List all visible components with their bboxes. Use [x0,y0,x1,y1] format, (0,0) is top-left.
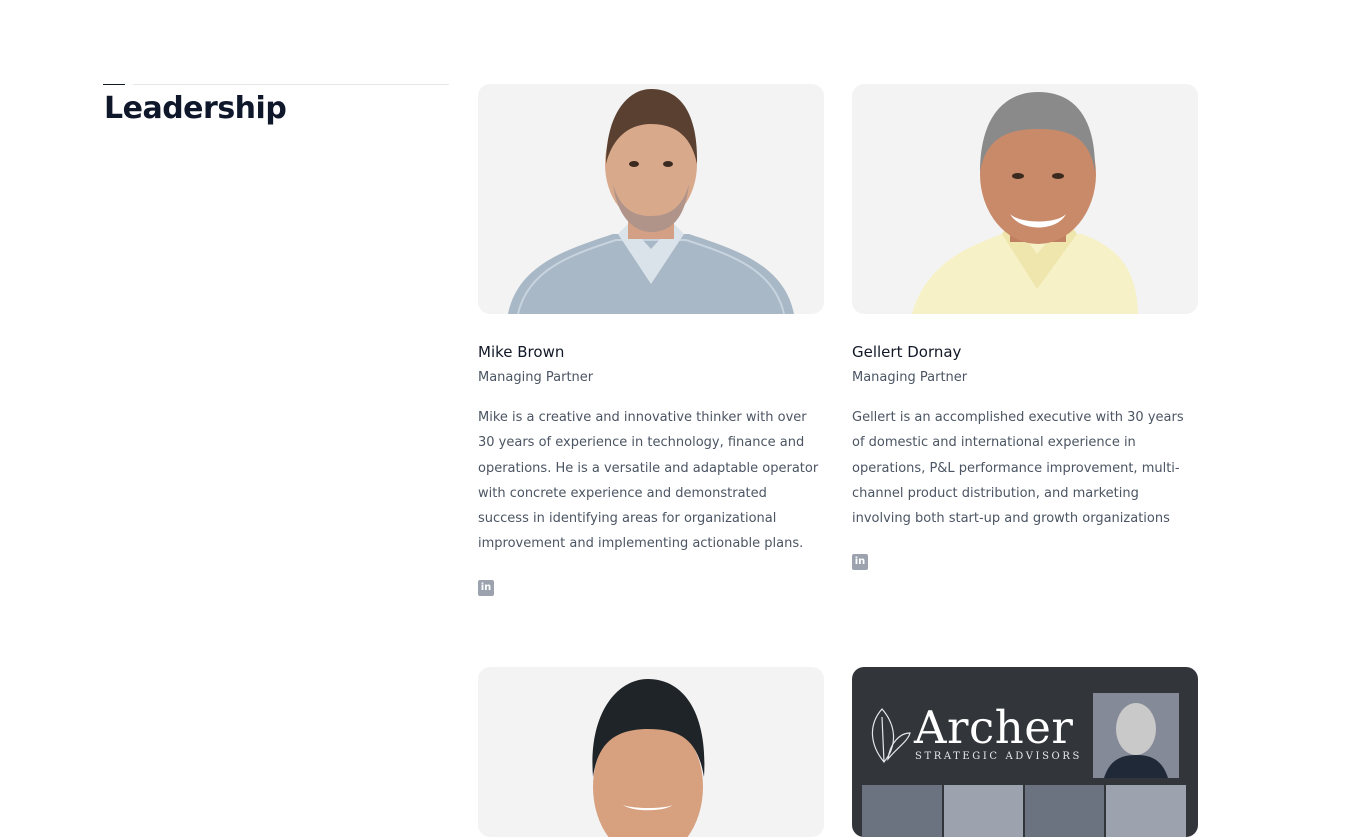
leader-name: Gellert Dornay [852,343,962,361]
linkedin-icon[interactable]: in [478,579,494,596]
leader-bio: Gellert is an accomplished executive wit… [852,410,1184,527]
archer-tagline: STRATEGIC ADVISORS [915,751,1082,762]
leader-bio: Mike is a creative and innovative thinke… [478,410,819,552]
section-accent-dash [103,84,125,85]
leader-card: Mike Brown Managing Partner Mike is a cr… [478,84,824,596]
archer-brand: Archer [914,701,1074,754]
section-title: Leadership [104,91,287,126]
leader-name: Mike Brown [478,343,565,361]
linkedin-icon[interactable]: in [852,554,868,571]
leaf-emblem-icon [871,708,911,763]
leader-role: Managing Partner [478,370,594,385]
leader-photo [478,84,824,314]
leader-photo [852,84,1198,314]
leader-role: Managing Partner [852,370,968,385]
section-divider [133,84,449,85]
leader-card: Gellert Dornay Managing Partner Gellert … [852,84,1198,571]
